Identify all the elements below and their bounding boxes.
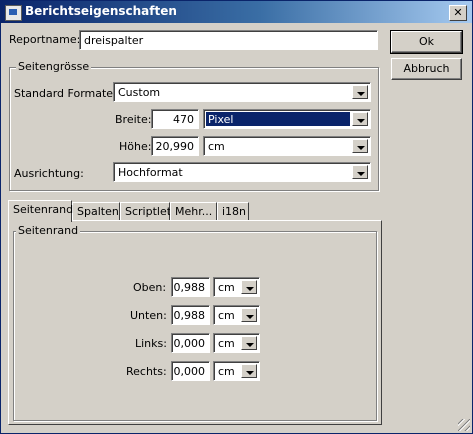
tab-spalten-label: Spalten xyxy=(77,205,119,218)
width-value: 470 xyxy=(173,113,194,126)
margin-bottom-label: Unten: xyxy=(130,309,167,322)
orientation-label: Ausrichtung: xyxy=(14,167,84,180)
height-input[interactable]: 20,990 xyxy=(151,136,199,156)
margin-top-unit: cm xyxy=(218,281,235,294)
tab-i18n[interactable]: i18n xyxy=(217,202,249,220)
margin-bottom-value: 0,988 xyxy=(173,309,206,322)
chevron-down-icon[interactable] xyxy=(352,112,368,126)
chevron-down-icon[interactable] xyxy=(241,336,257,350)
tab-seitenrand[interactable]: Seitenrand xyxy=(8,200,74,222)
tab-seitenrand-label: Seitenrand xyxy=(13,203,74,216)
width-unit-value: Pixel xyxy=(208,113,234,126)
margin-right-value: 0,000 xyxy=(173,365,206,378)
height-label: Höhe: xyxy=(119,140,152,153)
margins-group: Seitenrand xyxy=(13,224,377,421)
orientation-value: Hochformat xyxy=(118,166,183,179)
width-input[interactable]: 470 xyxy=(151,109,199,129)
margin-left-input[interactable]: 0,000 xyxy=(171,333,210,353)
window-title: Berichtseigenschaften xyxy=(25,4,177,18)
tab-scriptlet[interactable]: Scriptlet xyxy=(120,202,172,220)
reportname-input[interactable]: dreispalter xyxy=(79,30,378,50)
ok-button[interactable]: Ok xyxy=(390,30,463,54)
margin-right-unit: cm xyxy=(218,365,235,378)
margin-top-value: 0,988 xyxy=(173,281,206,294)
tab-scriptlet-label: Scriptlet xyxy=(125,205,172,218)
chevron-down-icon[interactable] xyxy=(352,165,368,179)
app-icon xyxy=(5,5,22,21)
page-size-legend: Seitengrösse xyxy=(16,60,92,73)
tab-mehr-label: Mehr... xyxy=(175,205,213,218)
height-unit-select[interactable]: cm xyxy=(203,136,371,156)
margin-top-input[interactable]: 0,988 xyxy=(171,277,210,297)
margin-top-unit-select[interactable]: cm xyxy=(213,277,260,297)
margin-right-input[interactable]: 0,000 xyxy=(171,361,210,381)
tab-mehr[interactable]: Mehr... xyxy=(170,202,217,220)
standard-format-label: Standard Formate: xyxy=(14,87,117,100)
tab-spalten[interactable]: Spalten xyxy=(72,202,120,220)
reportname-value: dreispalter xyxy=(84,34,144,47)
margin-left-label: Links: xyxy=(135,337,167,350)
width-unit-select[interactable]: Pixel xyxy=(203,109,371,129)
margin-left-unit: cm xyxy=(218,337,235,350)
margin-left-unit-select[interactable]: cm xyxy=(213,333,260,353)
chevron-down-icon[interactable] xyxy=(352,85,368,99)
margin-bottom-unit-select[interactable]: cm xyxy=(213,305,260,325)
height-unit-value: cm xyxy=(208,140,225,153)
reportname-label: Reportname: xyxy=(9,33,81,46)
cancel-button[interactable]: Abbruch xyxy=(391,58,462,80)
width-label: Breite: xyxy=(115,113,152,126)
standard-format-value: Custom xyxy=(118,86,161,99)
chevron-down-icon[interactable] xyxy=(241,308,257,322)
close-button[interactable]: ✕ xyxy=(449,5,467,21)
chevron-down-icon[interactable] xyxy=(241,364,257,378)
close-icon: ✕ xyxy=(453,6,463,19)
dialog-window: Berichtseigenschaften ✕ Reportname: drei… xyxy=(0,0,473,434)
margin-right-unit-select[interactable]: cm xyxy=(213,361,260,381)
resize-grip-icon[interactable] xyxy=(458,419,470,431)
standard-format-select[interactable]: Custom xyxy=(113,82,371,102)
chevron-down-icon[interactable] xyxy=(352,139,368,153)
margin-bottom-unit: cm xyxy=(218,309,235,322)
cancel-button-label: Abbruch xyxy=(403,62,450,75)
margin-bottom-input[interactable]: 0,988 xyxy=(171,305,210,325)
margin-top-label: Oben: xyxy=(133,281,167,294)
margins-legend: Seitenrand xyxy=(16,224,81,237)
height-value: 20,990 xyxy=(155,140,195,153)
tab-i18n-label: i18n xyxy=(222,205,247,218)
margin-right-label: Rechts: xyxy=(126,365,167,378)
title-bar: Berichtseigenschaften ✕ xyxy=(1,1,472,23)
orientation-select[interactable]: Hochformat xyxy=(113,162,371,182)
ok-button-label: Ok xyxy=(418,35,435,48)
chevron-down-icon[interactable] xyxy=(241,280,257,294)
margin-left-value: 0,000 xyxy=(173,337,206,350)
